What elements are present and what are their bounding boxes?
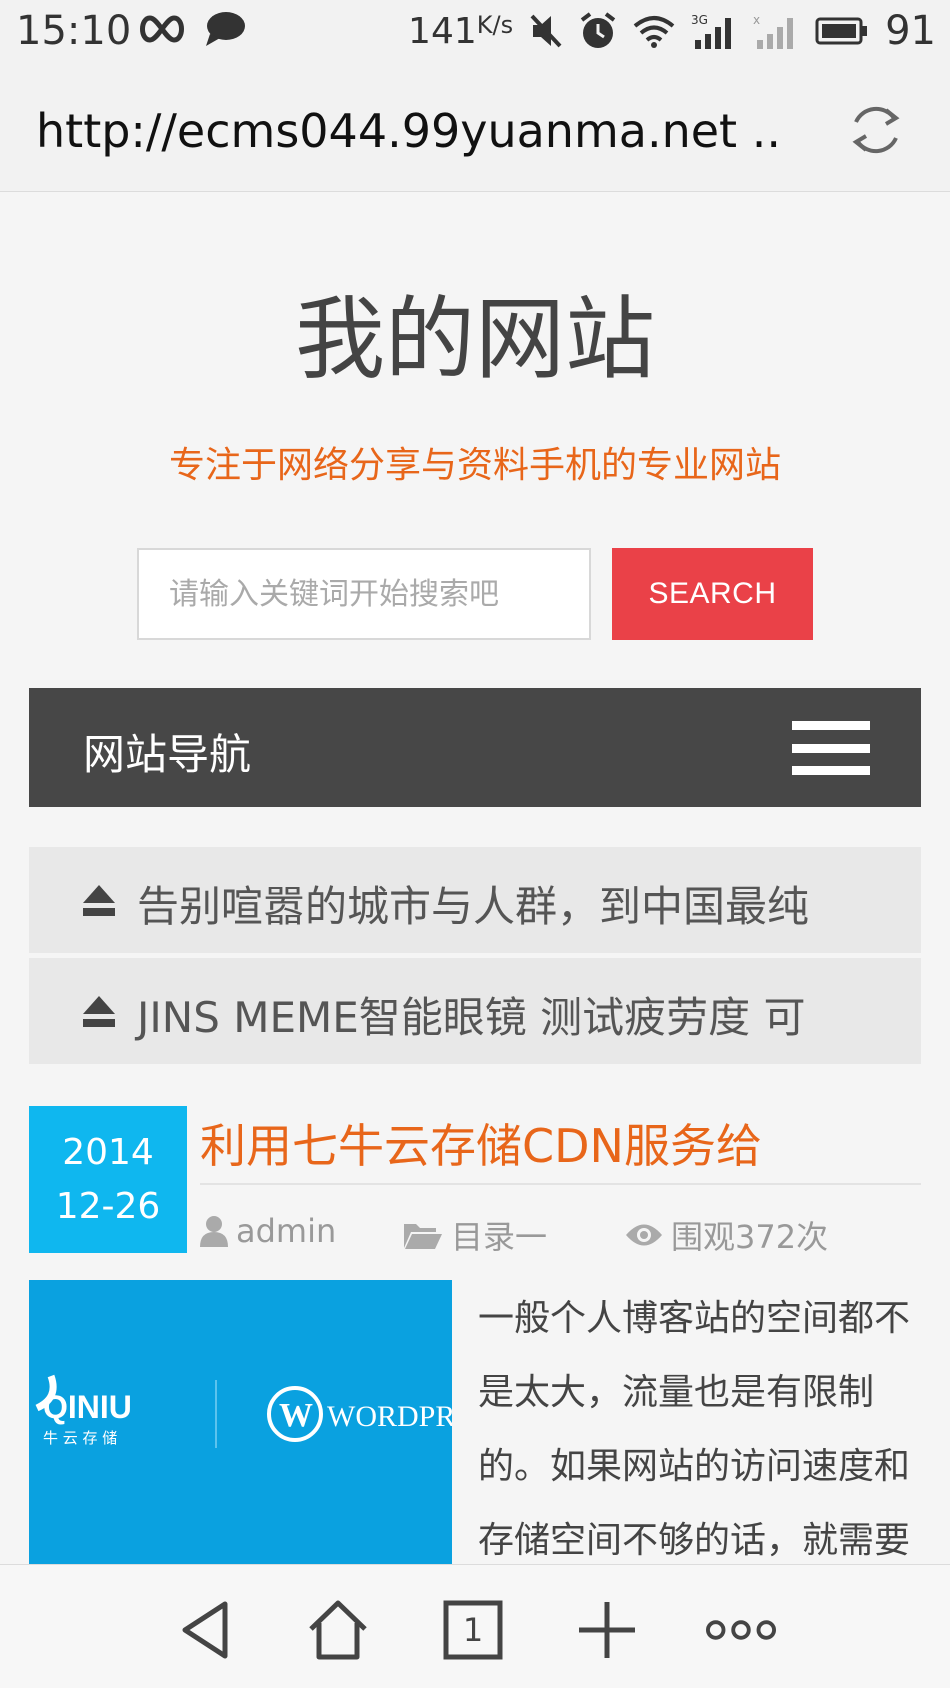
notice-item[interactable]: 告别喧嚣的城市与人群，到中国最纯 (29, 847, 921, 953)
post-thumbnail-image: QINIU 牛 云 存 储 W WORDPR (29, 1280, 452, 1565)
thumb-logo-qiniu: QINIU (43, 1389, 132, 1425)
infinity-icon (140, 15, 184, 43)
url-field[interactable]: http://ecms044.99yuanma.net .. (36, 104, 781, 158)
post-views-count: 围观372次 (671, 1218, 829, 1256)
tabs-button[interactable]: 1 (438, 1595, 508, 1665)
post-thumbnail[interactable]: QINIU 牛 云 存 储 W WORDPR (29, 1280, 452, 1565)
notice-item[interactable]: JINS MEME智能眼镜 测试疲劳度 可 (29, 958, 921, 1064)
post-views: 围观372次 (625, 1212, 828, 1258)
post-divider (200, 1183, 921, 1185)
new-tab-button[interactable] (572, 1595, 642, 1665)
eject-icon (83, 996, 115, 1027)
post-title-link[interactable]: 利用七牛云存储CDN服务给 (200, 1110, 762, 1176)
nav-label: 网站导航 (83, 730, 252, 779)
folder-open-icon (404, 1224, 442, 1249)
status-bar: 15:10 141K/s 3G x 91 (0, 0, 950, 66)
svg-text:x: x (753, 13, 760, 27)
svg-text:W: W (279, 1397, 313, 1434)
more-button[interactable] (706, 1595, 776, 1665)
wifi-icon (633, 16, 675, 48)
plus-icon (579, 1602, 635, 1658)
back-button[interactable] (170, 1595, 240, 1665)
post-author-name: admin (236, 1212, 337, 1250)
post-category[interactable]: 目录一 (403, 1212, 547, 1258)
eject-icon (83, 885, 115, 916)
thumb-logo-wordpress: WORDPR (327, 1400, 452, 1433)
browser-toolbar: 1 (0, 1564, 950, 1688)
search-input[interactable] (137, 548, 591, 640)
post-excerpt: 一般个人博客站的空间都不是太大，流量也是有限制的。如果网站的访问速度和存储空间不… (478, 1298, 911, 1561)
thumb-logo-qiniu-sub: 牛 云 存 储 (43, 1429, 117, 1447)
battery-icon (815, 17, 868, 45)
signal-3g-icon: 3G (691, 13, 732, 49)
network-speed: 141K/s (408, 10, 514, 52)
site-nav-bar: 网站导航 (29, 688, 921, 807)
menu-icon[interactable] (792, 721, 870, 775)
status-time: 15:10 (16, 8, 132, 54)
home-button[interactable] (303, 1595, 373, 1665)
post-author[interactable]: admin (200, 1212, 336, 1250)
status-right: 141K/s 3G x 91 (408, 8, 936, 54)
alarm-icon (580, 12, 616, 48)
mute-icon (530, 14, 562, 48)
back-arrow-icon (182, 1601, 228, 1659)
search-button[interactable]: SEARCH (612, 548, 813, 640)
site-title[interactable]: 我的网站 (0, 266, 950, 396)
browser-address-bar: http://ecms044.99yuanma.net .. (0, 66, 950, 192)
site-subtitle: 专注于网络分享与资料手机的专业网站 (168, 445, 781, 486)
svg-text:3G: 3G (691, 13, 708, 27)
notice-text: 告别喧嚣的城市与人群，到中国最纯 (137, 882, 810, 931)
home-icon (309, 1600, 367, 1660)
post-category-name: 目录一 (451, 1218, 548, 1256)
eye-icon (626, 1224, 662, 1246)
notice-text: JINS MEME智能眼镜 测试疲劳度 可 (137, 993, 806, 1042)
battery-level: 91 (885, 8, 936, 54)
chat-bubble-icon (206, 12, 245, 46)
reload-icon[interactable] (846, 100, 906, 160)
user-icon (200, 1216, 228, 1247)
post-date-badge: 2014 12-26 (29, 1106, 187, 1253)
tabs-count: 1 (462, 1611, 484, 1649)
post-date-month-day: 12-26 (55, 1186, 161, 1227)
post-date-year: 2014 (62, 1132, 154, 1173)
signal-empty-icon: x (753, 13, 794, 49)
more-dots-icon (706, 1620, 776, 1640)
status-left-icons (138, 10, 246, 48)
